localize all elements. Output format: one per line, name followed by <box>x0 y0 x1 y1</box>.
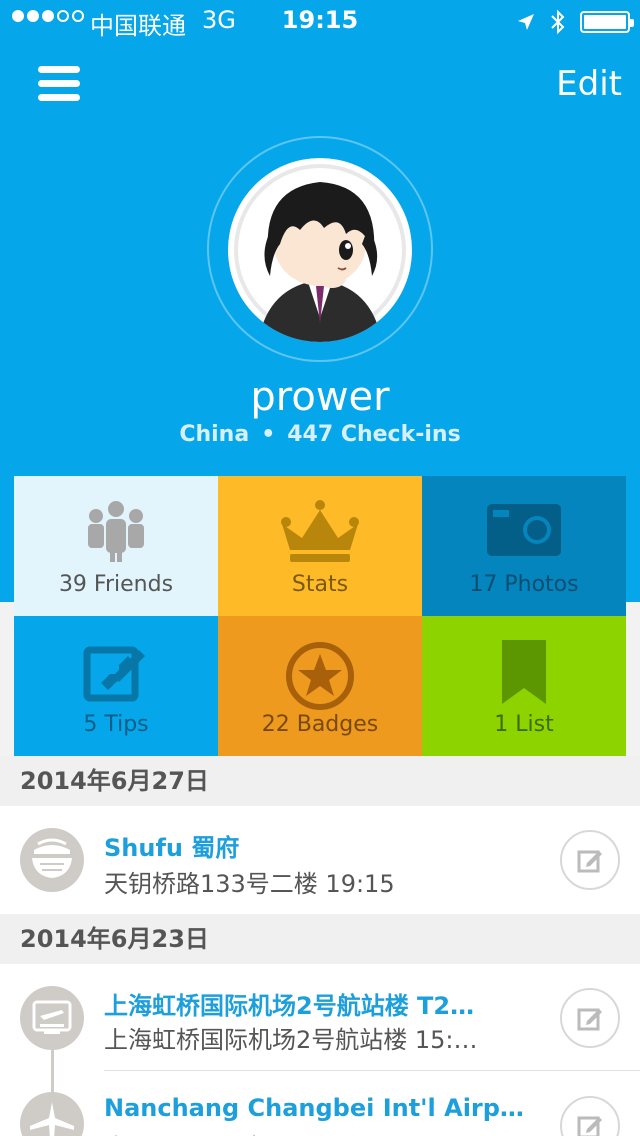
tile-label: 5 Tips <box>83 712 149 737</box>
venue-address: 上海虹桥国际机场2号航站楼 15:… <box>104 1026 478 1054</box>
profile-screen: 中国联通 3G 19:15 Edit prower China • 447 Ch… <box>0 0 640 1136</box>
edit-button[interactable]: Edit <box>556 64 622 104</box>
tile-tips[interactable]: 5 Tips <box>14 616 218 756</box>
add-tip-button[interactable] <box>560 988 620 1048</box>
profile-checkins: 447 Check-ins <box>287 422 461 447</box>
food-bowl-icon <box>20 828 84 892</box>
tile-badges[interactable]: 22 Badges <box>218 616 422 756</box>
airplane-icon <box>20 1092 84 1136</box>
feed-date-header: 2014年6月23日 <box>0 914 640 964</box>
feed-date-header: 2014年6月27日 <box>0 756 640 806</box>
checkin-row[interactable]: Shufu 蜀府 天钥桥路133号二楼 19:15 <box>0 806 640 914</box>
separator-dot: • <box>261 422 276 447</box>
location-arrow-icon <box>518 14 534 30</box>
venue-address: 天钥桥路133号二楼 19:15 <box>104 870 395 898</box>
tile-friends[interactable]: 39 Friends <box>14 476 218 616</box>
tile-stats[interactable]: Stats <box>218 476 422 616</box>
hamburger-menu-icon[interactable] <box>38 66 80 104</box>
profile-stats-grid: 39 Friends Stats 17 Photos 5 Tips 22 Bad… <box>14 476 626 756</box>
edit-icon <box>577 850 602 873</box>
venue-name[interactable]: Nanchang Changbei Int'l Airp… <box>104 1094 544 1122</box>
edit-icon <box>577 1008 602 1031</box>
battery-icon <box>580 11 634 33</box>
tile-label: Stats <box>291 572 349 597</box>
edit-icon <box>577 1116 602 1136</box>
bluetooth-icon <box>551 9 565 35</box>
tile-photos[interactable]: 17 Photos <box>422 476 626 616</box>
status-bar: 中国联通 3G 19:15 <box>0 0 640 40</box>
tile-label: 22 Badges <box>261 712 379 737</box>
friends-icon <box>88 501 144 562</box>
profile-location: China <box>179 422 250 447</box>
profile-name: prower <box>250 374 390 420</box>
venue-address: 南昌昌北国际机场 10:39 <box>104 1128 544 1136</box>
checkin-list: 上海虹桥国际机场2号航站楼 T2… 上海虹桥国际机场2号航站楼 15:… Nan… <box>0 964 640 1136</box>
crown-icon <box>281 500 359 562</box>
avatar[interactable] <box>228 158 412 342</box>
tile-lists[interactable]: 1 List <box>422 616 626 756</box>
edit-icon <box>83 646 145 702</box>
bookmark-icon <box>502 640 546 704</box>
star-badge-icon <box>286 642 354 710</box>
camera-icon <box>487 504 561 556</box>
venue-name[interactable]: 上海虹桥国际机场2号航站楼 T2… <box>104 986 544 1021</box>
tile-label: 1 List <box>494 712 554 737</box>
airport-terminal-icon <box>20 986 84 1050</box>
profile-summary: China • 447 Check-ins <box>0 422 640 447</box>
tile-label: 39 Friends <box>58 572 174 597</box>
tile-label: 17 Photos <box>469 572 579 597</box>
venue-name[interactable]: Shufu 蜀府 <box>104 828 544 863</box>
add-tip-button[interactable] <box>560 1096 620 1136</box>
avatar-image <box>234 164 406 342</box>
add-tip-button[interactable] <box>560 830 620 890</box>
row-divider <box>104 1070 640 1071</box>
